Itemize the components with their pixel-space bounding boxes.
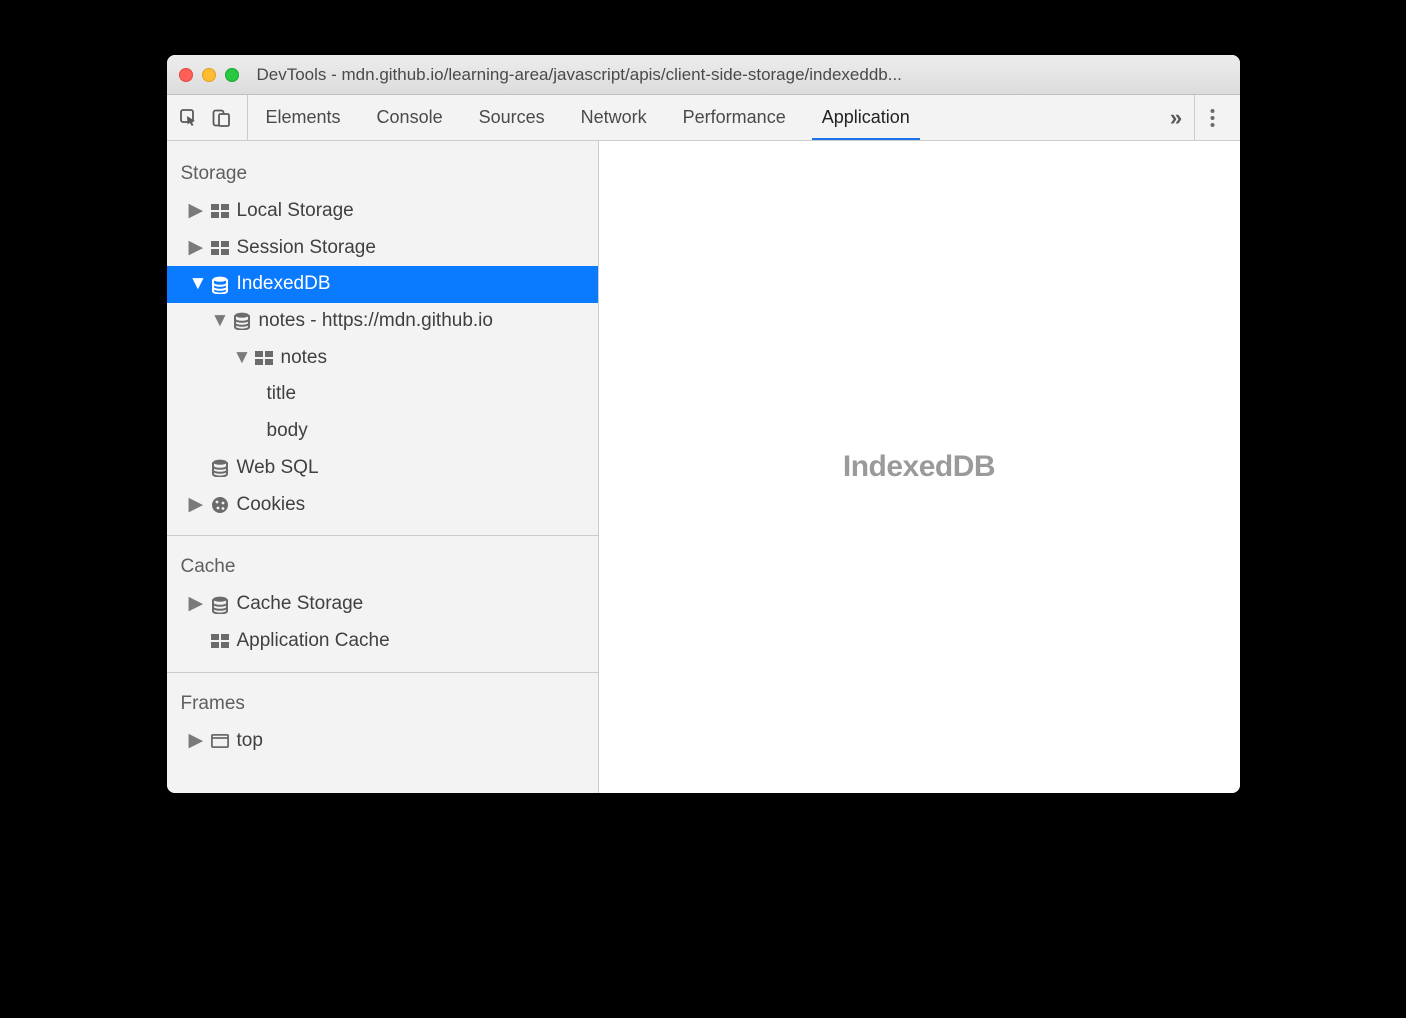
section-divider bbox=[167, 535, 598, 536]
application-content: IndexedDB bbox=[599, 141, 1240, 793]
tab-elements[interactable]: Elements bbox=[248, 95, 359, 140]
tree-label: notes - https://mdn.github.io bbox=[259, 309, 493, 334]
storage-tree: ▶ Local Storage ▶ Session Storage ▼ Inde… bbox=[167, 193, 598, 523]
tab-application[interactable]: Application bbox=[804, 95, 928, 140]
more-options-button[interactable] bbox=[1194, 95, 1230, 140]
application-sidebar: Storage ▶ Local Storage ▶ Session Storag… bbox=[167, 141, 599, 793]
sidebar-item-db-notes[interactable]: ▼ notes - https://mdn.github.io bbox=[167, 303, 598, 340]
close-icon[interactable] bbox=[179, 68, 193, 82]
tree-label: Cookies bbox=[237, 493, 306, 518]
section-header-storage: Storage bbox=[167, 155, 598, 193]
frame-icon bbox=[209, 731, 231, 751]
minimize-icon[interactable] bbox=[202, 68, 216, 82]
tab-console[interactable]: Console bbox=[359, 95, 461, 140]
chevron-down-icon: ▼ bbox=[233, 346, 247, 371]
chevron-down-icon: ▼ bbox=[189, 272, 203, 297]
sidebar-item-cache-storage[interactable]: ▶ Cache Storage bbox=[167, 586, 598, 623]
sidebar-item-application-cache[interactable]: Application Cache bbox=[167, 623, 598, 660]
tab-performance[interactable]: Performance bbox=[665, 95, 804, 140]
tree-label: top bbox=[237, 729, 263, 754]
tree-label: Session Storage bbox=[237, 236, 376, 261]
section-divider bbox=[167, 672, 598, 673]
devtools-window: DevTools - mdn.github.io/learning-area/j… bbox=[167, 55, 1240, 793]
tree-label: Application Cache bbox=[237, 629, 390, 654]
content-heading: IndexedDB bbox=[843, 450, 995, 484]
titlebar: DevTools - mdn.github.io/learning-area/j… bbox=[167, 55, 1240, 95]
devtools-tabs: Elements Console Sources Network Perform… bbox=[248, 95, 1158, 140]
table-icon bbox=[209, 631, 231, 651]
tab-sources[interactable]: Sources bbox=[461, 95, 563, 140]
tree-label: body bbox=[267, 419, 308, 444]
tree-label: notes bbox=[281, 346, 327, 371]
toolbar-left bbox=[177, 95, 248, 140]
chevron-right-icon: » bbox=[1170, 105, 1182, 131]
sidebar-item-indexeddb[interactable]: ▼ IndexedDB bbox=[167, 266, 598, 303]
tree-label: IndexedDB bbox=[237, 272, 331, 297]
tab-label: Sources bbox=[479, 107, 545, 128]
sidebar-item-index-body[interactable]: body bbox=[167, 413, 598, 450]
database-icon bbox=[231, 311, 253, 331]
sidebar-item-websql[interactable]: Web SQL bbox=[167, 450, 598, 487]
tab-network[interactable]: Network bbox=[563, 95, 665, 140]
database-icon bbox=[209, 458, 231, 478]
frames-tree: ▶ top bbox=[167, 723, 598, 760]
inspect-icon[interactable] bbox=[177, 106, 201, 130]
kebab-icon bbox=[1210, 108, 1215, 128]
tab-label: Elements bbox=[266, 107, 341, 128]
sidebar-item-objectstore-notes[interactable]: ▼ notes bbox=[167, 340, 598, 377]
tab-label: Performance bbox=[683, 107, 786, 128]
sidebar-item-session-storage[interactable]: ▶ Session Storage bbox=[167, 230, 598, 267]
cookie-icon bbox=[209, 495, 231, 515]
window-title: DevTools - mdn.github.io/learning-area/j… bbox=[257, 65, 902, 85]
table-icon bbox=[209, 238, 231, 258]
chevron-right-icon: ▶ bbox=[189, 199, 203, 224]
window-controls bbox=[179, 68, 239, 82]
tree-label: Cache Storage bbox=[237, 592, 364, 617]
cache-tree: ▶ Cache Storage Application Cache bbox=[167, 586, 598, 659]
zoom-icon[interactable] bbox=[225, 68, 239, 82]
tabs-overflow-button[interactable]: » bbox=[1158, 105, 1194, 131]
tab-label: Network bbox=[581, 107, 647, 128]
database-icon bbox=[209, 275, 231, 295]
sidebar-item-index-title[interactable]: title bbox=[167, 376, 598, 413]
tree-label: title bbox=[267, 382, 297, 407]
section-header-frames: Frames bbox=[167, 685, 598, 723]
sidebar-item-cookies[interactable]: ▶ Cookies bbox=[167, 487, 598, 524]
chevron-right-icon: ▶ bbox=[189, 236, 203, 261]
sidebar-item-local-storage[interactable]: ▶ Local Storage bbox=[167, 193, 598, 230]
tab-label: Console bbox=[377, 107, 443, 128]
sidebar-item-frame-top[interactable]: ▶ top bbox=[167, 723, 598, 760]
devtools-toolbar: Elements Console Sources Network Perform… bbox=[167, 95, 1240, 141]
tree-label: Web SQL bbox=[237, 456, 319, 481]
chevron-right-icon: ▶ bbox=[189, 729, 203, 754]
section-header-cache: Cache bbox=[167, 548, 598, 586]
device-toggle-icon[interactable] bbox=[209, 106, 233, 130]
table-icon bbox=[209, 201, 231, 221]
tab-label: Application bbox=[822, 107, 910, 128]
database-icon bbox=[209, 595, 231, 615]
devtools-body: Storage ▶ Local Storage ▶ Session Storag… bbox=[167, 141, 1240, 793]
chevron-right-icon: ▶ bbox=[189, 592, 203, 617]
chevron-right-icon: ▶ bbox=[189, 493, 203, 518]
tree-label: Local Storage bbox=[237, 199, 354, 224]
chevron-down-icon: ▼ bbox=[211, 309, 225, 334]
table-icon bbox=[253, 348, 275, 368]
